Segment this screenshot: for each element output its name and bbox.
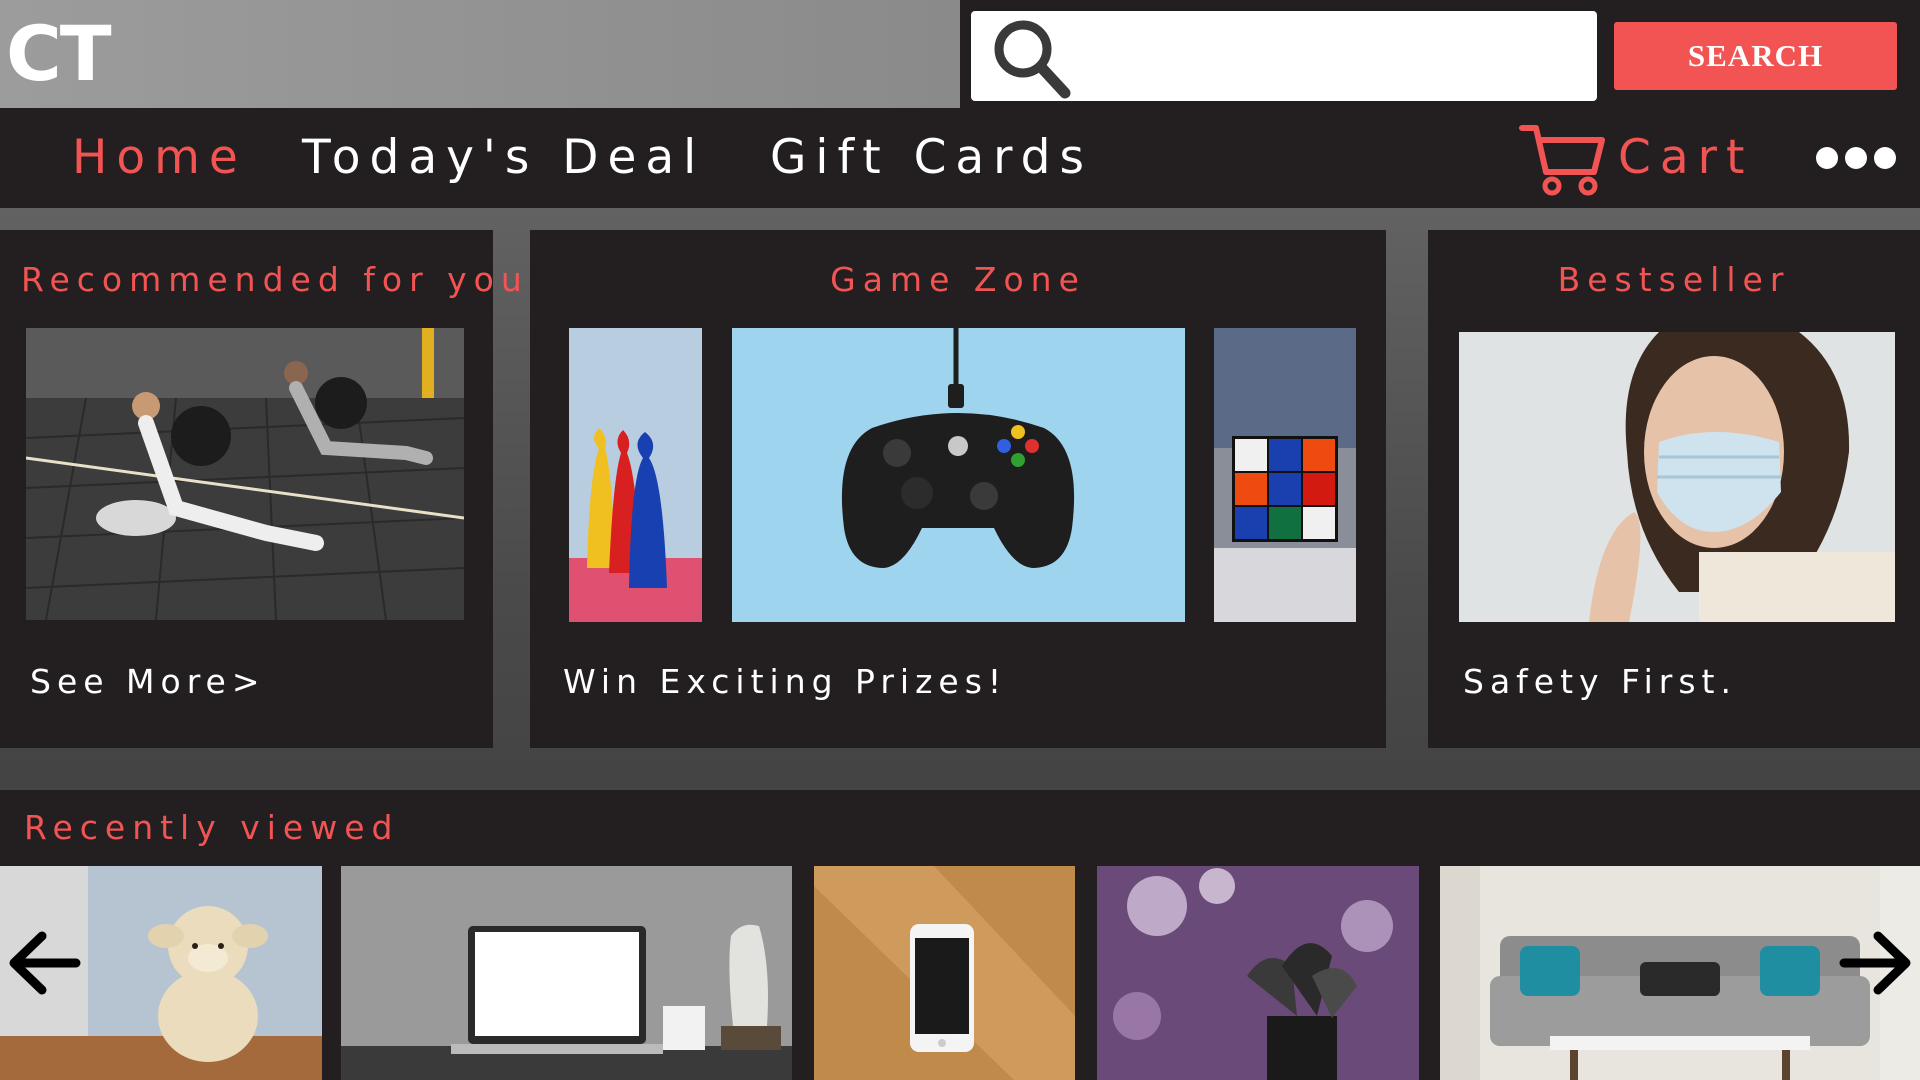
game-controller-photo[interactable]	[732, 328, 1185, 622]
nav-item-gift-cards[interactable]: Gift Cards	[770, 126, 1093, 190]
shopping-cart-icon[interactable]	[1518, 120, 1608, 200]
panel-title: Game Zone	[830, 260, 1086, 299]
recently-viewed-title: Recently viewed	[24, 808, 400, 847]
workout-photo[interactable]	[26, 328, 464, 620]
game-zone-caption[interactable]: Win Exciting Prizes!	[563, 662, 1007, 701]
rubiks-cube-photo[interactable]	[1214, 328, 1356, 622]
nav-bar: Home Today's Deal Gift Cards Cart	[0, 108, 1920, 208]
panel-game-zone: Game Zone Win Exciting Prizes!	[530, 230, 1386, 748]
bestseller-caption[interactable]: Safety First.	[1463, 662, 1737, 701]
panel-recommended: Recommended for you See More>	[0, 230, 522, 748]
panel-title: Recommended for you	[21, 260, 529, 299]
arrow-right-icon[interactable]	[1838, 930, 1914, 996]
arrow-left-icon[interactable]	[6, 930, 82, 996]
smartphone-thumb[interactable]	[814, 866, 1075, 1080]
cart-link[interactable]: Cart	[1618, 126, 1753, 190]
nav-item-home[interactable]: Home	[72, 126, 247, 190]
logo[interactable]: CT	[6, 8, 112, 100]
top-bar: CT SEARCH	[0, 0, 1920, 108]
panel-bestseller: Bestseller Safety First.	[1428, 230, 1920, 748]
search-box[interactable]	[971, 11, 1597, 101]
makeup-brushes-thumb[interactable]	[1097, 866, 1419, 1080]
search-button[interactable]: SEARCH	[1614, 22, 1897, 90]
search-input[interactable]	[1081, 25, 1581, 87]
panel-title: Bestseller	[1557, 260, 1791, 299]
more-dots-icon[interactable]	[1815, 145, 1897, 171]
logo-area: CT	[0, 0, 960, 108]
face-mask-photo[interactable]	[1459, 332, 1895, 622]
see-more-link[interactable]: See More>	[30, 662, 266, 701]
search-icon[interactable]	[987, 15, 1077, 101]
board-game-pieces-photo[interactable]	[569, 328, 702, 622]
laptop-thumb[interactable]	[341, 866, 792, 1080]
recently-viewed-strip: Recently viewed	[0, 790, 1920, 1080]
nav-item-todays-deal[interactable]: Today's Deal	[302, 126, 705, 190]
